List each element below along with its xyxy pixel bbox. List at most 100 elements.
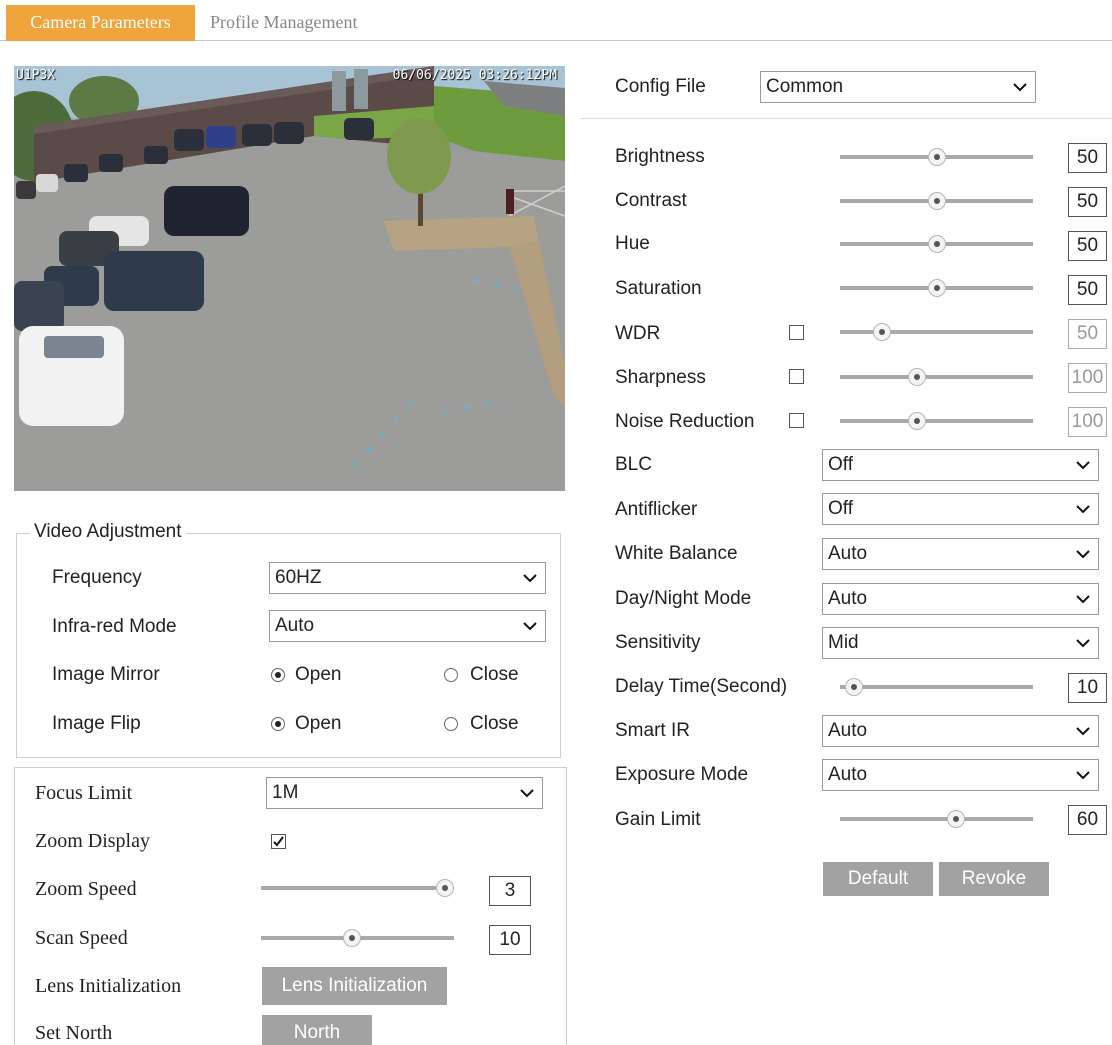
slider-thumb[interactable] — [946, 810, 965, 828]
hue-label: Hue — [615, 233, 650, 254]
wdr-slider[interactable] — [840, 320, 1033, 344]
image-mirror-label: Image Mirror — [52, 664, 160, 685]
sharpness-checkbox[interactable] — [789, 369, 804, 384]
image-flip-open-radio[interactable] — [271, 717, 285, 731]
slider-thumb[interactable] — [908, 368, 927, 386]
chevron-down-icon — [1076, 461, 1090, 470]
brightness-label: Brightness — [615, 146, 705, 167]
gain-limit-slider[interactable] — [840, 807, 1033, 831]
zoom-speed-value[interactable]: 3 — [489, 876, 531, 906]
north-button[interactable]: North — [262, 1015, 372, 1045]
hue-slider[interactable] — [840, 232, 1033, 256]
antiflicker-value: Off — [828, 498, 853, 519]
delay-time-slider[interactable] — [840, 675, 1033, 699]
chevron-down-icon — [1076, 550, 1090, 559]
chevron-down-icon — [1076, 771, 1090, 780]
slider-track — [840, 419, 1033, 423]
scan-speed-value[interactable]: 10 — [489, 925, 531, 955]
smart-ir-select[interactable]: Auto — [822, 715, 1099, 747]
image-flip-label: Image Flip — [52, 713, 141, 734]
lens-initialization-button[interactable]: Lens Initialization — [262, 967, 447, 1005]
chevron-down-icon — [1013, 83, 1027, 92]
checkmark-icon — [273, 836, 284, 847]
tab-profile-management[interactable]: Profile Management — [196, 5, 406, 41]
brightness-value[interactable]: 50 — [1068, 143, 1107, 173]
image-flip-open-label: Open — [295, 713, 342, 734]
white-balance-select[interactable]: Auto — [822, 538, 1099, 570]
image-mirror-close-radio[interactable] — [444, 668, 458, 682]
brightness-slider[interactable] — [840, 145, 1033, 169]
slider-thumb[interactable] — [927, 192, 946, 210]
slider-track — [261, 886, 454, 890]
exposure-mode-select[interactable]: Auto — [822, 759, 1099, 791]
gain-limit-label: Gain Limit — [615, 809, 701, 830]
saturation-value[interactable]: 50 — [1068, 275, 1107, 305]
zoom-speed-label: Zoom Speed — [35, 878, 137, 900]
slider-thumb[interactable] — [436, 879, 454, 897]
chevron-down-icon — [1076, 505, 1090, 514]
wdr-checkbox[interactable] — [789, 325, 804, 340]
contrast-slider[interactable] — [840, 189, 1033, 213]
slider-thumb[interactable] — [927, 235, 946, 253]
tab-camera-parameters[interactable]: Camera Parameters — [6, 5, 195, 41]
zoom-display-label: Zoom Display — [35, 830, 150, 852]
slider-track — [840, 685, 1033, 689]
smart-ir-value: Auto — [828, 720, 868, 741]
contrast-value[interactable]: 50 — [1068, 187, 1107, 217]
antiflicker-select[interactable]: Off — [822, 493, 1099, 525]
slider-thumb[interactable] — [908, 412, 927, 430]
frequency-select[interactable]: 60HZ — [269, 562, 546, 594]
noise-reduction-checkbox[interactable] — [789, 413, 804, 428]
infrared-mode-label: Infra-red Mode — [52, 616, 177, 637]
sharpness-value: 100 — [1068, 363, 1107, 393]
chevron-down-icon — [1076, 595, 1090, 604]
chevron-down-icon — [1076, 727, 1090, 736]
chevron-down-icon — [523, 622, 537, 631]
slider-thumb[interactable] — [873, 323, 892, 341]
hue-value[interactable]: 50 — [1068, 231, 1107, 261]
focus-limit-value: 1M — [272, 782, 299, 803]
scan-speed-slider[interactable] — [261, 926, 454, 950]
slider-thumb[interactable] — [342, 929, 361, 947]
sharpness-slider[interactable] — [840, 365, 1033, 389]
scan-speed-label: Scan Speed — [35, 927, 128, 949]
sensitivity-select[interactable]: Mid — [822, 627, 1099, 659]
delay-time-value[interactable]: 10 — [1068, 673, 1107, 703]
infrared-mode-select[interactable]: Auto — [269, 610, 546, 642]
image-flip-close-radio[interactable] — [444, 717, 458, 731]
exposure-mode-value: Auto — [828, 764, 868, 785]
video-adjustment-legend: Video Adjustment — [30, 521, 186, 543]
revoke-button[interactable]: Revoke — [939, 862, 1049, 896]
lens-initialization-label: Lens Initialization — [35, 975, 182, 997]
blc-select[interactable]: Off — [822, 449, 1099, 481]
day-night-mode-select[interactable]: Auto — [822, 583, 1099, 615]
slider-thumb[interactable] — [927, 279, 946, 297]
osd-timestamp: 06/06/2025 03:26:12PM — [392, 68, 557, 83]
smart-ir-label: Smart IR — [615, 720, 690, 741]
config-file-select[interactable]: Common — [760, 71, 1036, 103]
exposure-mode-label: Exposure Mode — [615, 764, 749, 785]
image-mirror-close-label: Close — [470, 664, 519, 685]
tab-bar: Camera Parameters Profile Management — [0, 0, 1112, 41]
image-mirror-open-radio[interactable] — [271, 668, 285, 682]
default-button[interactable]: Default — [823, 862, 933, 896]
zoom-display-checkbox[interactable] — [271, 834, 286, 849]
slider-track — [840, 330, 1033, 334]
image-flip-close-label: Close — [470, 713, 519, 734]
infrared-mode-value: Auto — [275, 615, 315, 636]
focus-limit-select[interactable]: 1M — [266, 777, 543, 809]
noise-reduction-slider[interactable] — [840, 409, 1033, 433]
slider-track — [840, 375, 1033, 379]
slider-thumb[interactable] — [844, 678, 863, 696]
video-preview[interactable]: U1P3X 06/06/2025 03:26:12PM — [14, 66, 565, 491]
gain-limit-value[interactable]: 60 — [1068, 805, 1107, 835]
noise-reduction-label: Noise Reduction — [615, 411, 755, 432]
slider-track — [840, 817, 1033, 821]
slider-thumb[interactable] — [927, 148, 946, 166]
wdr-label: WDR — [615, 323, 661, 344]
zoom-speed-slider[interactable] — [261, 876, 454, 900]
white-balance-label: White Balance — [615, 543, 738, 564]
blc-value: Off — [828, 454, 853, 475]
noise-reduction-value: 100 — [1068, 407, 1107, 437]
saturation-slider[interactable] — [840, 276, 1033, 300]
